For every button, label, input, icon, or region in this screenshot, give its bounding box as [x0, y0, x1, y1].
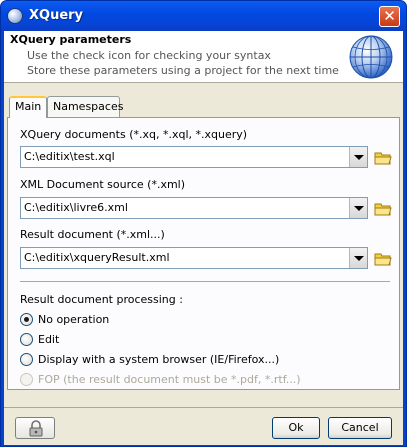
result-document-label: Result document (*.xml...)	[20, 228, 165, 241]
cancel-button[interactable]: Cancel	[328, 417, 392, 439]
xml-source-label: XML Document source (*.xml)	[20, 178, 186, 191]
chevron-down-icon[interactable]	[349, 147, 367, 167]
globe-icon	[7, 8, 23, 24]
result-document-value[interactable]: C:\editix\xqueryResult.xml	[24, 251, 170, 264]
radio-label[interactable]: No operation	[38, 313, 109, 326]
radio-button[interactable]	[20, 313, 33, 326]
separator	[20, 281, 390, 282]
main-tab-panel: XQuery documents (*.xq, *.xql, *.xquery)…	[7, 117, 400, 390]
xml-source-combo[interactable]: C:\editix\livre6.xml	[20, 197, 368, 219]
close-button[interactable]: ✕	[379, 6, 400, 27]
header-description-line2: Store these parameters using a project f…	[27, 64, 339, 77]
dialog-header: XQuery parameters Use the check icon for…	[4, 31, 403, 83]
radio-label: FOP (the result document must be *.pdf, …	[38, 373, 301, 386]
globe-icon	[349, 35, 393, 79]
tab-main[interactable]: Main	[9, 96, 47, 118]
chevron-down-icon[interactable]	[349, 248, 367, 268]
radio-label[interactable]: Display with a system browser (IE/Firefo…	[38, 353, 279, 366]
folder-icon[interactable]	[374, 149, 392, 167]
lock-icon	[29, 420, 43, 437]
ok-button[interactable]: Ok	[272, 417, 320, 439]
radio-button[interactable]	[20, 333, 33, 346]
chevron-down-icon[interactable]	[349, 198, 367, 218]
xquery-documents-label: XQuery documents (*.xq, *.xql, *.xquery)	[20, 128, 248, 141]
header-title: XQuery parameters	[10, 33, 132, 46]
header-description-line1: Use the check icon for checking your syn…	[27, 49, 271, 62]
folder-icon[interactable]	[374, 250, 392, 268]
close-icon: ✕	[383, 7, 396, 25]
title-bar[interactable]: XQuery ✕	[1, 1, 406, 31]
radio-button	[20, 373, 33, 386]
folder-icon[interactable]	[374, 200, 392, 218]
tab-namespaces[interactable]: Namespaces	[47, 96, 123, 117]
xquery-documents-combo[interactable]: C:\editix\test.xql	[20, 146, 368, 168]
dialog-body: XQuery parameters Use the check icon for…	[4, 31, 403, 445]
window-title: XQuery	[29, 8, 84, 23]
xquery-documents-value[interactable]: C:\editix\test.xql	[24, 150, 115, 163]
xquery-dialog: XQuery ✕ XQuery parameters Use the check…	[0, 0, 407, 447]
result-document-combo[interactable]: C:\editix\xqueryResult.xml	[20, 247, 368, 269]
lock-button[interactable]	[15, 417, 55, 439]
radio-label[interactable]: Edit	[38, 333, 59, 346]
footer-separator	[4, 407, 403, 408]
xml-source-value[interactable]: C:\editix\livre6.xml	[24, 201, 128, 214]
processing-label: Result document processing :	[20, 293, 183, 306]
radio-button[interactable]	[20, 353, 33, 366]
